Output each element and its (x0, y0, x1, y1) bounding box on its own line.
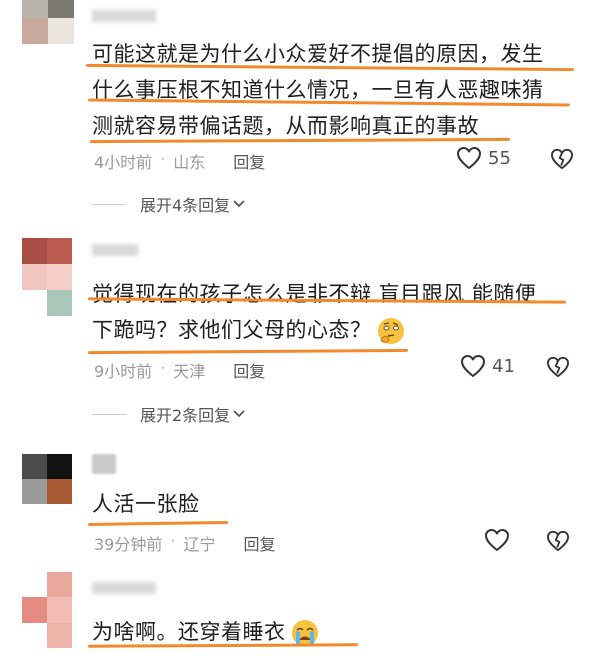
comment-item: 觉得现在的孩子怎么是非不辩 盲目跟风 能随便 下跪吗？求他们父母的心态？ 9小时… (0, 232, 600, 432)
author-name[interactable] (92, 454, 116, 474)
like-button[interactable]: 55 (456, 146, 511, 170)
chevron-down-icon (233, 410, 245, 418)
author-name[interactable] (92, 6, 156, 26)
author-name[interactable] (92, 578, 156, 598)
reply-button[interactable]: 回复 (233, 149, 265, 173)
expand-replies-button[interactable]: 展开4条回复 (92, 192, 246, 216)
comment-text: 人活一张脸 (92, 486, 592, 522)
reply-button[interactable]: 回复 (243, 531, 275, 555)
blurred-author-name (92, 454, 116, 474)
thinking-face-emoji (377, 318, 404, 344)
comment-item: 可能这就是为什么小众爱好不提倡的原因，发生 什么事压根不知道什么情况，一旦有人恶… (0, 0, 600, 230)
separator-dot: · (160, 149, 166, 168)
like-count: 55 (488, 147, 511, 169)
comment-meta: 4小时前 · 山东 回复 (94, 149, 265, 173)
author-name[interactable] (92, 240, 138, 260)
expand-replies-button[interactable]: 展开2条回复 (92, 402, 246, 426)
comment-text-line: 下跪吗？求他们父母的心态？ (92, 312, 592, 348)
comment-meta: 39分钟前 · 辽宁 回复 (94, 531, 276, 555)
broken-heart-outline-icon[interactable] (546, 356, 570, 378)
comment-meta: 9小时前 · 天津 回复 (94, 358, 265, 382)
heart-outline-icon (457, 147, 481, 169)
comment-text: 可能这就是为什么小众爱好不提倡的原因，发生 什么事压根不知道什么情况，一旦有人恶… (92, 36, 592, 144)
comment-item: 人活一张脸 39分钟前 · 辽宁 回复 (0, 448, 600, 560)
chevron-down-icon (233, 200, 245, 208)
heart-outline-icon (461, 355, 485, 377)
comment-time: 39分钟前 (94, 535, 163, 554)
highlight-underline (87, 521, 229, 526)
like-button[interactable]: 41 (460, 354, 515, 378)
comment-time: 9小时前 (94, 362, 153, 381)
blurred-author-name (92, 582, 156, 594)
comment-location: 山东 (173, 153, 206, 172)
blurred-author-name (92, 10, 156, 22)
like-button[interactable] (484, 528, 516, 552)
comment-location: 辽宁 (183, 535, 216, 554)
like-count: 41 (492, 355, 515, 377)
divider-line (92, 413, 126, 415)
separator-dot: · (170, 531, 176, 550)
broken-heart-outline-icon[interactable] (550, 148, 574, 170)
highlight-underline (87, 348, 409, 355)
expand-replies-label: 展开2条回复 (140, 406, 231, 425)
avatar[interactable] (22, 572, 72, 648)
comment-text-line: 觉得现在的孩子怎么是非不辩 盲目跟风 能随便 (92, 282, 537, 306)
reply-button[interactable]: 回复 (233, 358, 265, 382)
broken-heart-outline-icon[interactable] (546, 530, 570, 552)
avatar[interactable] (22, 0, 74, 44)
separator-dot: · (160, 358, 166, 377)
comment-text-line: 人活一张脸 (92, 492, 200, 516)
comment-text-fragment: 下跪吗？求他们父母的心态？ (92, 318, 372, 342)
avatar[interactable] (22, 454, 72, 504)
comment-text-fragment: 为啥啊。还穿着睡衣 (92, 620, 286, 644)
blurred-author-name (92, 244, 138, 256)
avatar[interactable] (22, 238, 72, 316)
comment-text: 觉得现在的孩子怎么是非不辩 盲目跟风 能随便 下跪吗？求他们父母的心态？ (92, 276, 592, 348)
divider-line (92, 203, 126, 205)
comment-location: 天津 (173, 362, 206, 381)
comment-item: 为啥啊。还穿着睡衣 (0, 572, 600, 656)
expand-replies-label: 展开4条回复 (140, 196, 231, 215)
heart-outline-icon (485, 529, 509, 551)
comment-time: 4小时前 (94, 153, 153, 172)
